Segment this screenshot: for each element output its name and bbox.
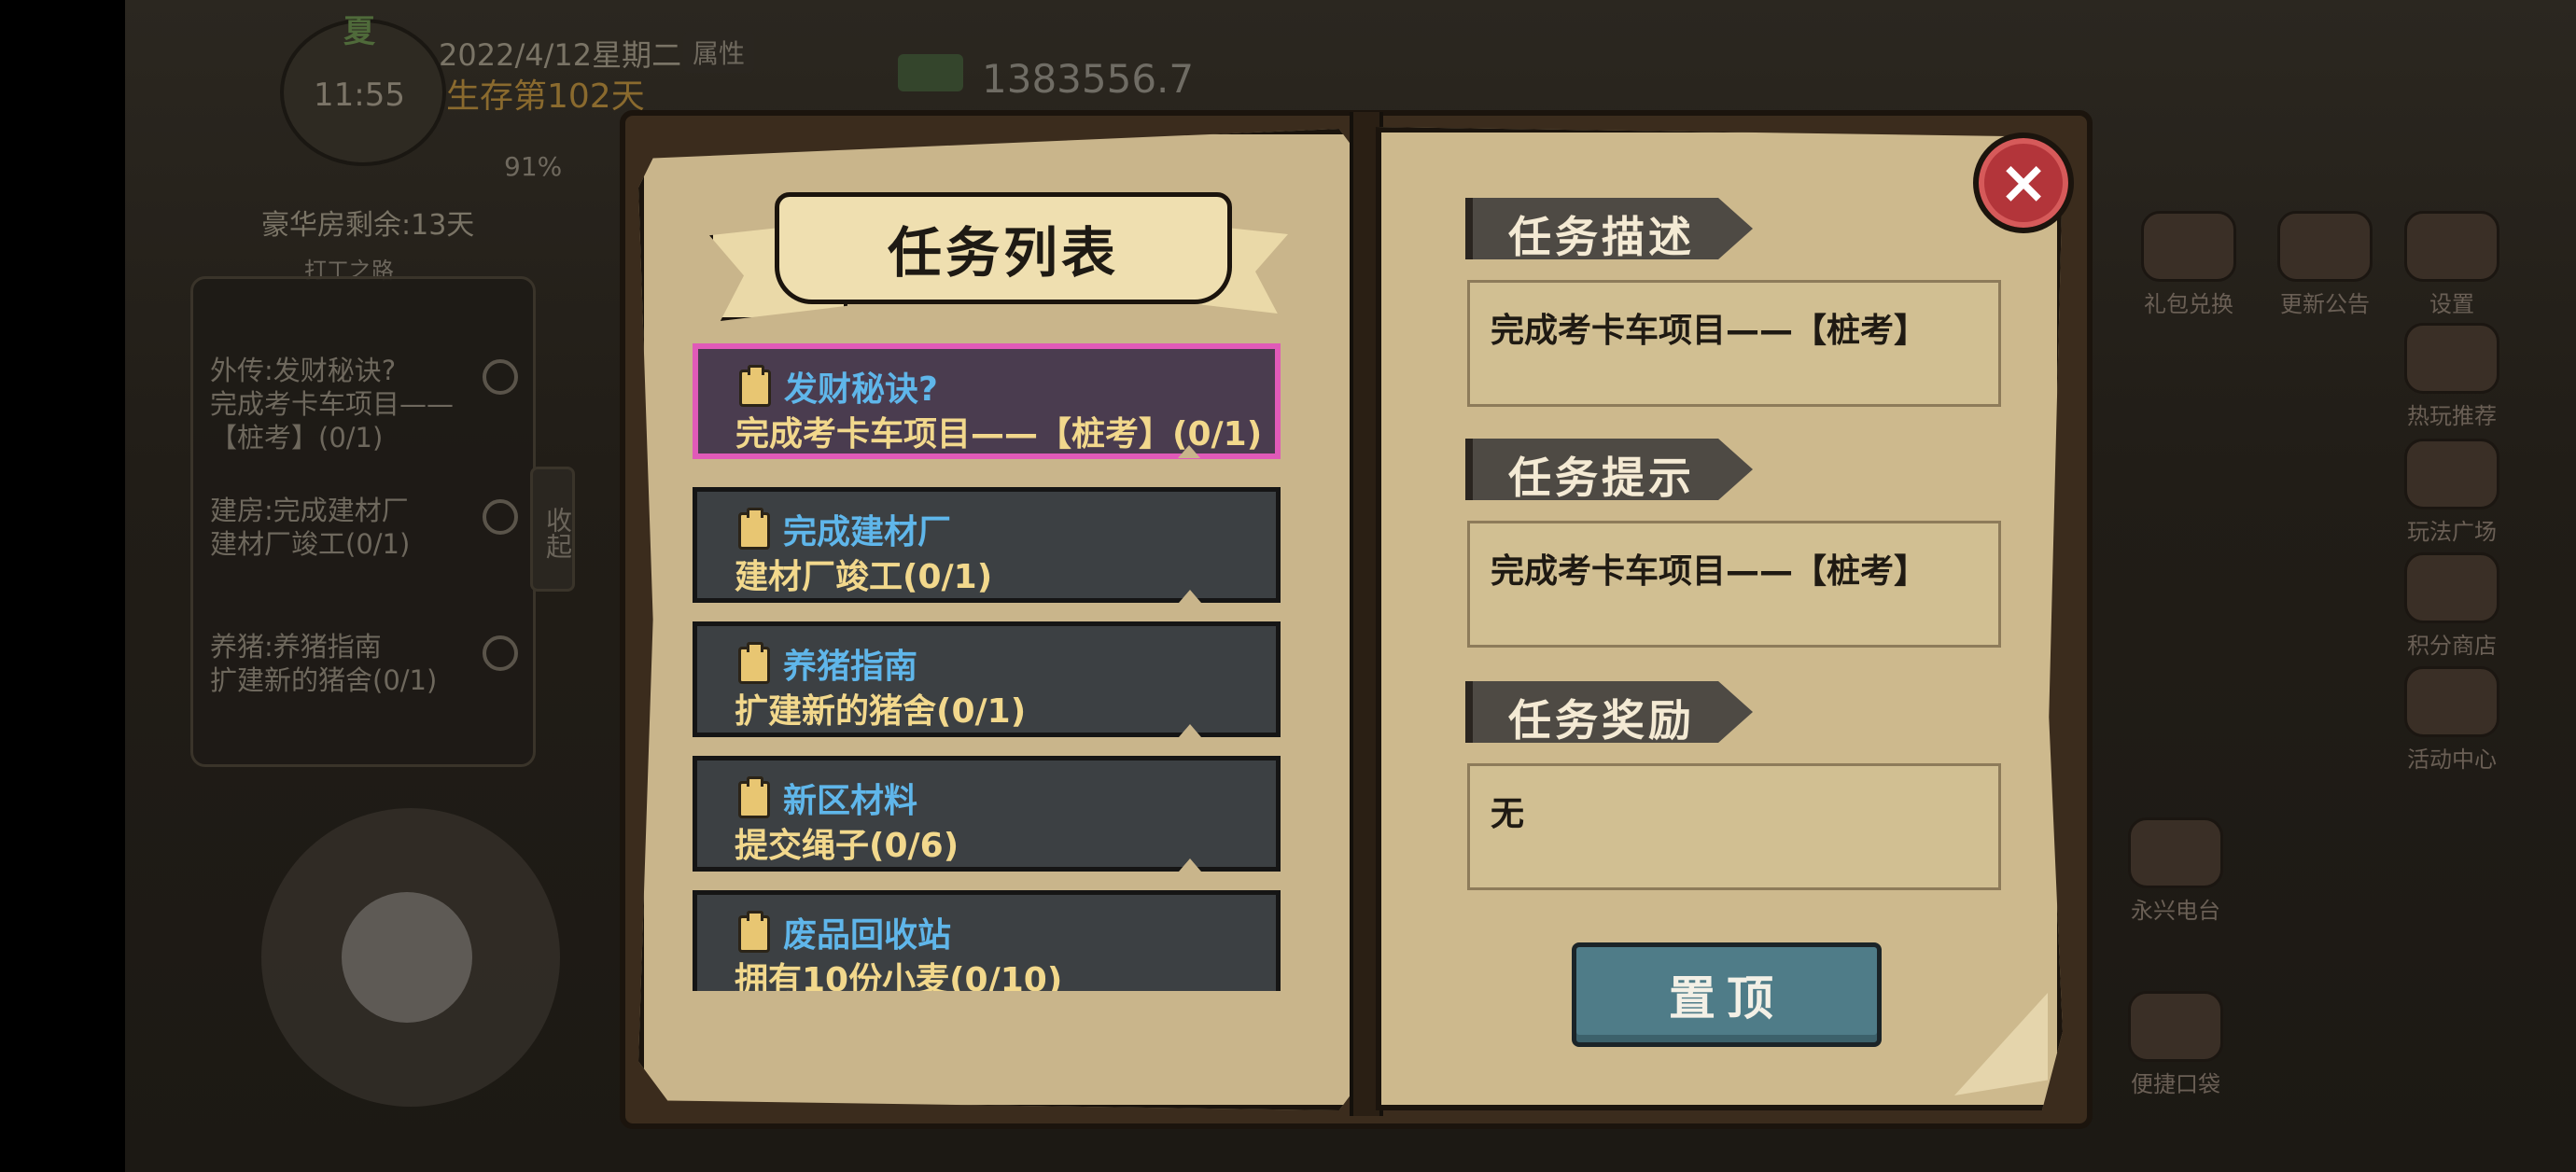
money-icon — [898, 54, 963, 91]
gamepad-icon — [2404, 323, 2499, 394]
clipboard-icon — [738, 776, 770, 818]
gift-redeem-label: 礼包兑换 — [2144, 291, 2233, 317]
update-notice-button[interactable]: 更新公告 — [2274, 211, 2376, 317]
tracker-item-title: 建房:完成建材厂 — [210, 495, 409, 526]
clipboard-icon — [738, 642, 770, 684]
hint-section-label: 任务提示 — [1465, 439, 1753, 500]
survival-days: 生存第102天 — [446, 77, 645, 116]
pin-button-label: 置顶 — [1669, 971, 1785, 1026]
activity-center-button[interactable]: 活动中心 — [2401, 666, 2503, 773]
tracker-item-desc: 扩建新的猪舍(0/1) — [210, 664, 438, 696]
pin-to-top-button[interactable]: 置顶 — [1572, 942, 1882, 1047]
quest-notch — [1179, 858, 1201, 872]
quest-desc: 完成考卡车项目——【桩考】(0/1) — [735, 415, 1263, 453]
radio-label: 永兴电台 — [2131, 898, 2220, 924]
clipboard-icon — [738, 911, 770, 953]
quest-desc: 拥有10份小麦(0/10) — [735, 961, 1063, 991]
tracker-item-desc: 完成考卡车项目—— — [210, 388, 455, 420]
clipboard-icon — [739, 365, 771, 407]
attr-button[interactable]: 属性 — [683, 32, 755, 73]
quest-item[interactable]: 新区材料 提交绳子(0/6) — [693, 756, 1281, 872]
quest-title: 新区材料 — [783, 782, 918, 820]
update-notice-label: 更新公告 — [2280, 291, 2370, 317]
clipboard-icon — [738, 508, 770, 550]
quest-item[interactable]: 废品回收站 拥有10份小麦(0/10) — [693, 890, 1281, 991]
quest-list-title: 任务列表 — [887, 221, 1119, 285]
search-icon[interactable] — [483, 635, 518, 671]
reward-section-label: 任务奖励 — [1465, 681, 1753, 743]
shop-icon — [2404, 552, 2499, 623]
settings-label: 设置 — [2429, 291, 2474, 317]
description-section-label: 任务描述 — [1465, 198, 1753, 259]
activity-center-label: 活动中心 — [2407, 746, 2497, 773]
quest-title: 养猪指南 — [783, 648, 918, 686]
left-black-bar — [0, 0, 125, 1172]
money-amount: 1383556.7 — [982, 56, 1195, 102]
description-label-text: 任务描述 — [1508, 212, 1695, 262]
collapse-tracker-button[interactable]: 收起 — [530, 467, 575, 592]
quest-title: 废品回收站 — [783, 916, 952, 955]
play-square-button[interactable]: 玩法广场 — [2401, 439, 2503, 545]
quest-tracker-panel[interactable]: 外传:发财秘诀? 完成考卡车项目—— 【桩考】(0/1) 建房:完成建材厂 建材… — [190, 276, 536, 767]
tracker-item-title: 养猪:养猪指南 — [210, 631, 382, 663]
quest-title: 完成建材厂 — [783, 513, 952, 551]
hot-recommend-label: 热玩推荐 — [2407, 403, 2497, 429]
tracker-item-desc: 建材厂竣工(0/1) — [210, 528, 411, 560]
pocket-icon — [2128, 991, 2223, 1062]
quest-desc: 建材厂竣工(0/1) — [735, 558, 993, 596]
pocket-label: 便捷口袋 — [2131, 1071, 2220, 1097]
tv-icon — [2404, 666, 2499, 737]
room-remaining: 豪华房剩余:13天 — [261, 209, 475, 242]
reward-text: 无 — [1491, 795, 1525, 833]
quest-list[interactable]: 发财秘诀? 完成考卡车项目——【桩考】(0/1) 完成建材厂 建材厂竣工(0/1… — [693, 343, 1290, 991]
quest-notch — [1179, 590, 1201, 603]
gear-icon — [2404, 211, 2499, 282]
settings-button[interactable]: 设置 — [2401, 211, 2503, 317]
points-shop-label: 积分商店 — [2407, 633, 2497, 659]
play-square-label: 玩法广场 — [2407, 519, 2497, 545]
notice-icon — [2277, 211, 2373, 282]
tracker-item-desc-2: 【桩考】(0/1) — [210, 422, 384, 453]
radio-icon — [2128, 817, 2223, 888]
hint-label-text: 任务提示 — [1508, 453, 1695, 503]
percent-label: 91% — [504, 151, 563, 182]
pocket-button[interactable]: 便捷口袋 — [2124, 991, 2227, 1097]
points-shop-button[interactable]: 积分商店 — [2401, 552, 2503, 659]
gift-icon — [2141, 211, 2236, 282]
joystick-knob[interactable] — [342, 892, 472, 1023]
reward-box: 无 — [1467, 763, 2001, 890]
description-text: 完成考卡车项目——【桩考】 — [1491, 312, 1928, 350]
search-icon[interactable] — [483, 499, 518, 535]
quest-notch — [1179, 724, 1201, 737]
hot-recommend-button[interactable]: 热玩推荐 — [2401, 323, 2503, 429]
search-icon[interactable] — [483, 359, 518, 395]
close-button[interactable]: × — [1973, 133, 2074, 233]
quest-item-selected[interactable]: 发财秘诀? 完成考卡车项目——【桩考】(0/1) — [693, 343, 1281, 459]
tracker-item-3[interactable]: 养猪:养猪指南 扩建新的猪舍(0/1) — [210, 630, 518, 697]
quest-item[interactable]: 养猪指南 扩建新的猪舍(0/1) — [693, 621, 1281, 737]
radio-button[interactable]: 永兴电台 — [2124, 817, 2227, 924]
reward-label-text: 任务奖励 — [1508, 695, 1695, 746]
play-square-icon — [2404, 439, 2499, 509]
description-box: 完成考卡车项目——【桩考】 — [1467, 280, 2001, 407]
tracker-item-title: 外传:发财秘诀? — [210, 355, 397, 386]
tracker-item-1[interactable]: 外传:发财秘诀? 完成考卡车项目—— 【桩考】(0/1) — [210, 354, 518, 454]
gift-redeem-button[interactable]: 礼包兑换 — [2137, 211, 2240, 317]
hint-box: 完成考卡车项目——【桩考】 — [1467, 521, 2001, 648]
close-icon: × — [1998, 148, 2049, 217]
clock-time: 11:55 — [314, 77, 405, 114]
season-label: 夏 — [343, 13, 375, 50]
quest-desc: 提交绳子(0/6) — [735, 827, 959, 865]
tracker-item-2[interactable]: 建房:完成建材厂 建材厂竣工(0/1) — [210, 494, 518, 561]
collapse-label: 收起 — [542, 507, 573, 559]
quest-desc: 扩建新的猪舍(0/1) — [735, 692, 1027, 731]
quest-item[interactable]: 完成建材厂 建材厂竣工(0/1) — [693, 487, 1281, 603]
quest-title: 发财秘诀? — [784, 370, 938, 409]
quest-list-title-ribbon: 任务列表 — [775, 192, 1232, 304]
hint-text: 完成考卡车项目——【桩考】 — [1491, 552, 1928, 591]
